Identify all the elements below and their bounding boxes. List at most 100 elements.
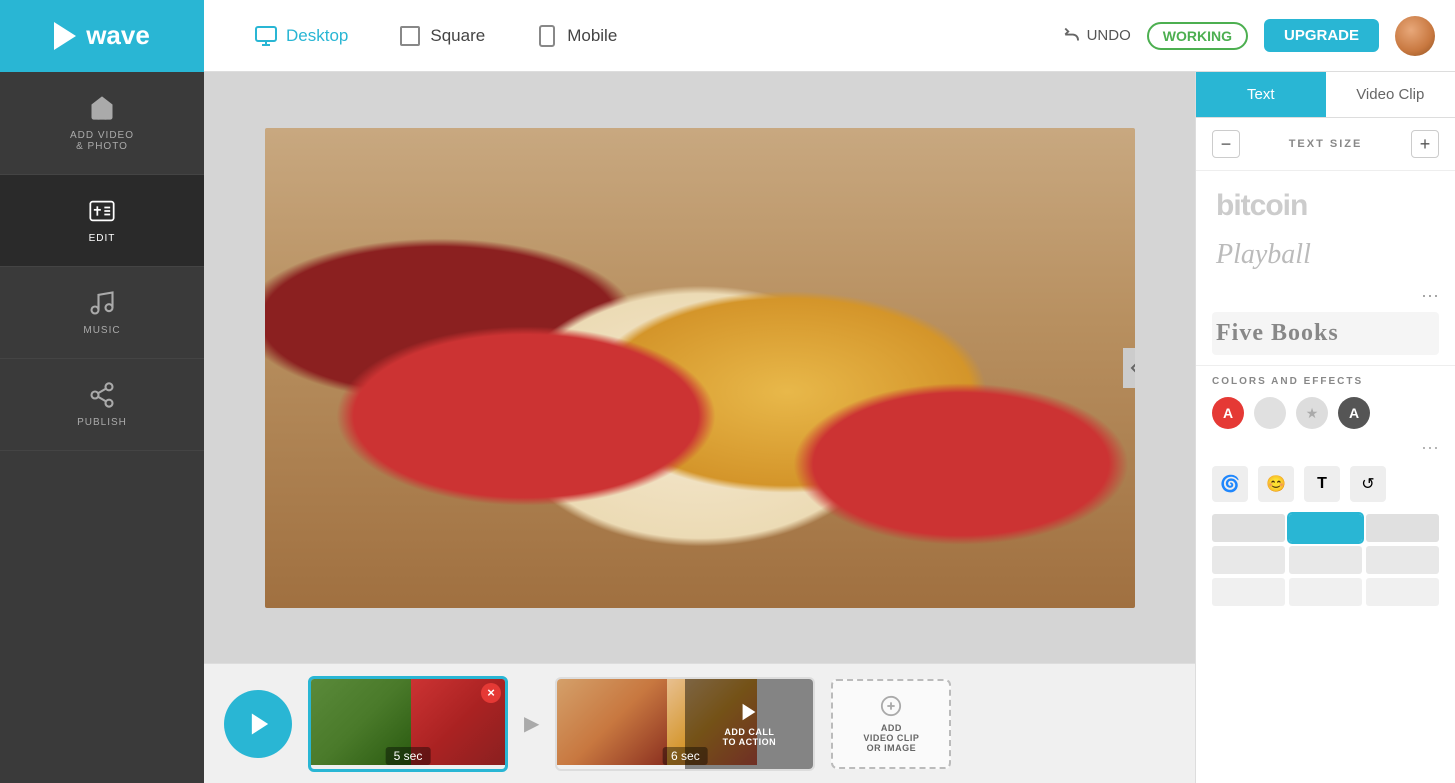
swatch-2-1[interactable] <box>1212 546 1285 574</box>
undo-icon <box>1063 27 1081 45</box>
music-icon <box>88 289 116 317</box>
effect-icon-spiral[interactable]: 🌀 <box>1212 466 1248 502</box>
format-tab-square[interactable]: Square <box>388 18 495 54</box>
swatch-row-3 <box>1212 578 1439 606</box>
chevron-left-icon <box>1130 360 1135 376</box>
letter-a-dark: A <box>1349 405 1359 421</box>
sidebar-item-add-video[interactable]: ADD VIDEO& PHOTO <box>0 72 204 175</box>
clip-2-thumb-1 <box>557 679 667 765</box>
font-option-bitcoin[interactable]: bitcoin <box>1212 181 1439 231</box>
font-preview-area: bitcoin Playball ··· Five Books <box>1196 171 1455 366</box>
edit-label: EDIT <box>89 233 116 244</box>
food-background <box>265 128 1135 608</box>
format-tab-mobile[interactable]: Mobile <box>525 18 627 54</box>
tab-video-clip[interactable]: Video Clip <box>1326 72 1455 117</box>
add-clip-label: ADDVIDEO CLIPOR IMAGE <box>863 723 919 753</box>
square-tab-label: Square <box>430 26 485 46</box>
effect-icons: 🌀 😊 T ↺ <box>1212 466 1439 502</box>
swatch-3-2[interactable] <box>1289 578 1362 606</box>
working-badge: WORKING <box>1147 22 1248 50</box>
color-circle-star[interactable]: ★ <box>1296 397 1328 429</box>
color-circle-dark[interactable]: A <box>1338 397 1370 429</box>
increase-size-button[interactable]: + <box>1411 130 1439 158</box>
canvas-image[interactable] <box>265 128 1135 608</box>
clip-1-close-button[interactable]: × <box>481 683 501 703</box>
edit-icon <box>88 197 116 225</box>
swatch-1-2[interactable] <box>1289 514 1362 542</box>
timeline-clip-1[interactable]: × 5 sec <box>308 676 508 772</box>
font-option-playball[interactable]: Playball <box>1212 231 1439 279</box>
topbar-right: UNDO WORKING UPGRADE <box>1063 16 1435 56</box>
clip-arrow-1: ▶ <box>524 711 539 736</box>
colors-effects-title: COLORS AND EFFECTS <box>1212 376 1439 387</box>
font-bitcoin-label: bitcoin <box>1216 189 1435 223</box>
format-tab-desktop[interactable]: Desktop <box>244 18 358 54</box>
sidebar: ADD VIDEO& PHOTO EDIT MUSIC P <box>0 72 204 783</box>
logo-area: wave <box>0 0 204 72</box>
music-label: MUSIC <box>83 325 120 336</box>
add-call-icon <box>738 701 760 723</box>
logo-icon <box>54 22 76 50</box>
add-video-label: ADD VIDEO& PHOTO <box>70 130 134 152</box>
color-swatches <box>1212 514 1439 606</box>
undo-label: UNDO <box>1087 27 1131 44</box>
publish-icon <box>88 381 116 409</box>
sidebar-item-music[interactable]: MUSIC <box>0 267 204 359</box>
swatch-1-1[interactable] <box>1212 514 1285 542</box>
tab-text[interactable]: Text <box>1196 72 1326 117</box>
canvas-area: × 5 sec ▶ ADD CALLTO ACTION 6 sec <box>204 72 1195 783</box>
publish-label: PUBLISH <box>77 417 127 428</box>
add-clip-icon <box>880 695 902 717</box>
color-circle-red[interactable]: A <box>1212 397 1244 429</box>
effect-icon-refresh[interactable]: ↺ <box>1350 466 1386 502</box>
font-more-button[interactable]: ··· <box>1421 281 1439 310</box>
square-icon <box>398 24 422 48</box>
swatch-row-2 <box>1212 546 1439 574</box>
desktop-icon <box>254 24 278 48</box>
timeline-clip-2[interactable]: ADD CALLTO ACTION 6 sec <box>555 677 815 771</box>
effect-icon-mask[interactable]: 😊 <box>1258 466 1294 502</box>
effect-icon-text[interactable]: T <box>1304 466 1340 502</box>
font-playball-label: Playball <box>1216 239 1435 271</box>
logo-text: wave <box>86 20 150 51</box>
main-content: ADD VIDEO& PHOTO EDIT MUSIC P <box>0 72 1455 783</box>
upgrade-button[interactable]: UPGRADE <box>1264 19 1379 52</box>
add-call-label: ADD CALLTO ACTION <box>723 727 777 747</box>
font-five-books-label: Five Books <box>1216 320 1435 347</box>
avatar[interactable] <box>1395 16 1435 56</box>
letter-a-white: A <box>1223 405 1233 421</box>
star-icon: ★ <box>1306 405 1319 422</box>
font-more-row: ··· <box>1212 279 1439 312</box>
play-button[interactable] <box>224 690 292 758</box>
color-circles: A ★ A <box>1212 397 1439 429</box>
sidebar-item-publish[interactable]: PUBLISH <box>0 359 204 451</box>
effects-more-button[interactable]: ··· <box>1212 437 1439 458</box>
swatch-1-3[interactable] <box>1366 514 1439 542</box>
text-size-row: − TEXT SIZE + <box>1196 118 1455 171</box>
panel-tabs: Text Video Clip <box>1196 72 1455 118</box>
desktop-tab-label: Desktop <box>286 26 348 46</box>
mobile-icon <box>535 24 559 48</box>
collapse-handle[interactable] <box>1123 348 1135 388</box>
font-option-five-books[interactable]: Five Books <box>1212 312 1439 355</box>
clip-1-duration-label: 5 sec <box>386 747 431 765</box>
swatch-2-3[interactable] <box>1366 546 1439 574</box>
play-icon <box>246 710 274 738</box>
add-video-icon <box>88 94 116 122</box>
decrease-size-button[interactable]: − <box>1212 130 1240 158</box>
undo-button[interactable]: UNDO <box>1063 27 1131 45</box>
timeline: × 5 sec ▶ ADD CALLTO ACTION 6 sec <box>204 663 1195 783</box>
canvas-wrapper <box>204 72 1195 663</box>
add-clip-box[interactable]: ADDVIDEO CLIPOR IMAGE <box>831 679 951 769</box>
swatch-3-3[interactable] <box>1366 578 1439 606</box>
format-tabs: Desktop Square Mobile <box>204 18 1063 54</box>
swatch-3-1[interactable] <box>1212 578 1285 606</box>
swatch-row-1 <box>1212 514 1439 542</box>
text-size-label: TEXT SIZE <box>1289 138 1363 150</box>
mobile-tab-label: Mobile <box>567 26 617 46</box>
colors-section: COLORS AND EFFECTS A ★ A ··· 🌀 😊 T ↺ <box>1196 366 1455 616</box>
sidebar-item-edit[interactable]: EDIT <box>0 175 204 267</box>
topbar: wave Desktop Square Mobile UNDO <box>0 0 1455 72</box>
color-circle-gray[interactable] <box>1254 397 1286 429</box>
swatch-2-2[interactable] <box>1289 546 1362 574</box>
